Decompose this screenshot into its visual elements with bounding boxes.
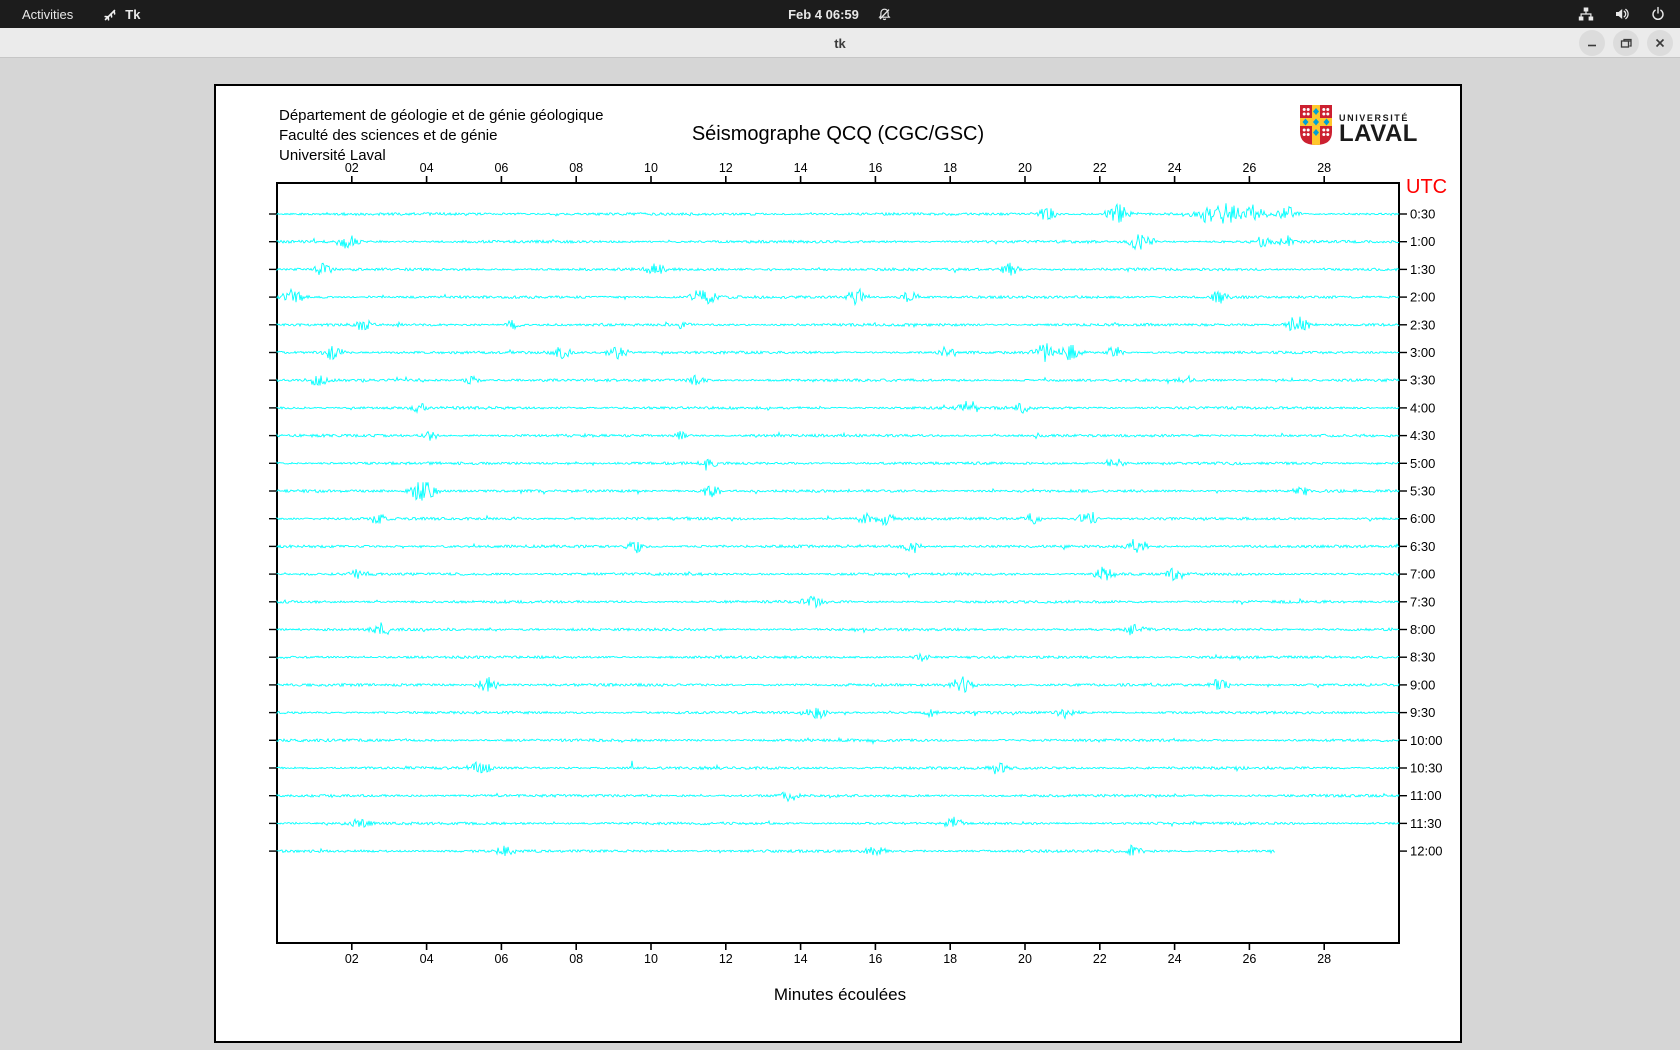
seismic-trace: [276, 234, 1400, 251]
x-tick-label-top: 04: [420, 161, 434, 175]
screen: Activities Tk Feb 4 06:59 tk Département…: [0, 0, 1680, 1050]
x-tick-label-bottom: 20: [1018, 952, 1032, 966]
x-tick-label-bottom: 12: [719, 952, 733, 966]
utc-time-label: 5:00: [1410, 456, 1435, 471]
utc-time-label: 2:30: [1410, 317, 1435, 332]
window-titlebar[interactable]: tk: [0, 28, 1680, 58]
utc-time-label: 5:30: [1410, 484, 1435, 499]
x-tick-label-top: 20: [1018, 161, 1032, 175]
x-tick-label-top: 10: [644, 161, 658, 175]
x-tick-label-top: 12: [719, 161, 733, 175]
clock-label[interactable]: Feb 4 06:59: [788, 7, 859, 22]
x-tick-label-top: 16: [868, 161, 882, 175]
seismic-trace: [276, 539, 1400, 554]
utc-time-label: 11:30: [1410, 816, 1442, 831]
x-tick-label-top: 24: [1168, 161, 1182, 175]
x-tick-label-top: 08: [569, 161, 583, 175]
seismograph-canvas: Département de géologie et de génie géol…: [214, 84, 1462, 1043]
x-tick-label-bottom: 16: [868, 952, 882, 966]
utc-time-label: 7:00: [1410, 567, 1435, 582]
seismic-trace: [276, 262, 1399, 276]
activities-button[interactable]: Activities: [18, 7, 77, 22]
seismic-trace: [276, 622, 1400, 636]
minimize-button[interactable]: [1579, 30, 1605, 56]
seismic-trace: [276, 482, 1400, 501]
seismic-trace: [276, 676, 1400, 694]
utc-time-label: 11:00: [1410, 788, 1442, 803]
seismic-trace: [276, 374, 1400, 387]
x-tick-label-bottom: 04: [420, 952, 434, 966]
maximize-button[interactable]: [1613, 30, 1639, 56]
power-icon[interactable]: [1650, 6, 1666, 22]
seismic-trace: [276, 736, 1400, 745]
utc-time-label: 4:30: [1410, 428, 1435, 443]
utc-time-label: 10:00: [1410, 733, 1443, 748]
utc-time-label: 7:30: [1410, 594, 1435, 609]
seismic-trace: [276, 203, 1400, 224]
x-tick-label-bottom: 24: [1168, 952, 1182, 966]
x-tick-label-top: 02: [345, 161, 359, 175]
seismic-trace: [276, 430, 1400, 441]
seismic-trace: [276, 760, 1400, 775]
notifications-disabled-icon: [877, 7, 892, 22]
utc-time-label: 8:30: [1410, 650, 1435, 665]
x-tick-label-top: 14: [794, 161, 808, 175]
x-tick-label-top: 06: [494, 161, 508, 175]
utc-time-label: 0:30: [1410, 207, 1435, 222]
x-tick-label-bottom: 08: [569, 952, 583, 966]
utc-time-label: 6:00: [1410, 511, 1435, 526]
seismic-trace: [276, 458, 1400, 471]
x-tick-label-bottom: 26: [1242, 952, 1256, 966]
x-tick-label-bottom: 02: [345, 952, 359, 966]
utc-time-label: 6:30: [1410, 539, 1435, 554]
x-tick-label-bottom: 28: [1317, 952, 1331, 966]
utc-time-label: 3:00: [1410, 345, 1435, 360]
x-tick-label-bottom: 10: [644, 952, 658, 966]
utc-time-label: 2:00: [1410, 290, 1435, 305]
utc-time-label: 1:30: [1410, 262, 1435, 277]
app-name-label: Tk: [125, 6, 141, 22]
x-tick-label-bottom: 18: [943, 952, 957, 966]
x-tick-label-bottom: 22: [1093, 952, 1107, 966]
x-tick-label-bottom: 14: [794, 952, 808, 966]
seismic-trace: [276, 791, 1400, 803]
seismic-trace: [276, 316, 1400, 332]
seismic-trace: [276, 844, 1276, 857]
volume-icon[interactable]: [1614, 6, 1630, 22]
utc-time-label: 8:00: [1410, 622, 1435, 637]
app-menu-tk[interactable]: Tk: [103, 7, 140, 22]
utc-time-label: 4:00: [1410, 400, 1435, 415]
utc-time-label: 12:00: [1410, 844, 1443, 859]
seismic-trace: [276, 816, 1400, 828]
utc-time-label: 9:00: [1410, 677, 1435, 692]
utc-time-label: 1:00: [1410, 234, 1435, 249]
close-button[interactable]: [1647, 30, 1673, 56]
seismic-trace: [276, 401, 1400, 414]
seismic-trace: [276, 566, 1400, 582]
x-tick-label-top: 18: [943, 161, 957, 175]
x-axis-title: Minutes écoulées: [773, 985, 907, 1004]
gnome-top-bar: Activities Tk Feb 4 06:59: [0, 0, 1680, 28]
x-tick-label-top: 26: [1242, 161, 1256, 175]
seismic-trace: [276, 343, 1400, 362]
seismogram-plot: 02 02 04 04 06 06 08 08 10 10 12 12 14 14 16 16 18 18 20 20…: [269, 161, 1443, 966]
x-tick-label-bottom: 06: [494, 952, 508, 966]
seismic-trace: [276, 287, 1400, 307]
x-tick-label-top: 28: [1317, 161, 1331, 175]
tk-feather-icon: [103, 7, 118, 22]
window-title: tk: [834, 35, 846, 51]
plot-frame: [276, 182, 1400, 944]
seismic-trace: [276, 511, 1400, 527]
x-tick-label-top: 22: [1093, 161, 1107, 175]
seismic-trace: [276, 595, 1399, 609]
utc-time-label: 10:30: [1410, 761, 1443, 776]
utc-time-label: 9:30: [1410, 705, 1435, 720]
seismic-trace: [276, 707, 1400, 720]
utc-time-label: 3:30: [1410, 373, 1435, 388]
seismic-trace: [276, 652, 1400, 662]
network-wired-icon[interactable]: [1578, 6, 1594, 22]
